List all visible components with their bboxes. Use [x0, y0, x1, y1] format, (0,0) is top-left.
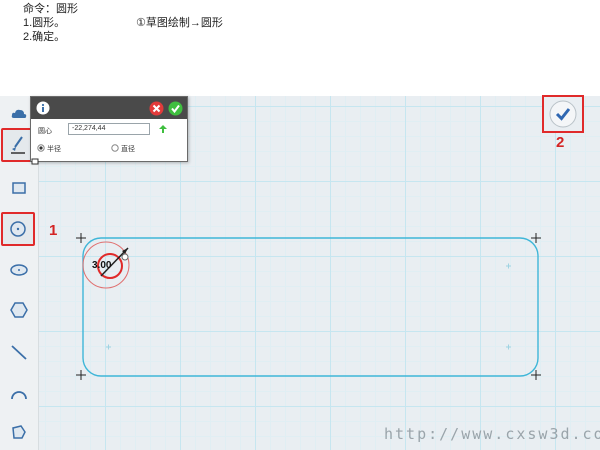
info-icon[interactable] — [36, 101, 50, 115]
circle-icon — [10, 221, 26, 237]
ellipse-tool-button[interactable] — [3, 254, 35, 286]
cancel-icon[interactable] — [149, 101, 164, 116]
confirm-check-icon — [549, 100, 577, 128]
center-input[interactable]: -22,274,44 — [68, 123, 150, 135]
polygon-icon — [12, 425, 26, 439]
polygon-tool-button[interactable] — [3, 416, 35, 448]
diameter-radio[interactable] — [111, 144, 119, 152]
confirm-button[interactable] — [542, 95, 584, 133]
arc-tool-button[interactable] — [3, 378, 35, 410]
hexagon-tool-button[interactable] — [3, 294, 35, 326]
rectangle-icon — [12, 182, 26, 194]
ok-icon[interactable] — [168, 101, 183, 116]
diameter-label: 直径 — [121, 146, 135, 153]
circle-center-handle — [121, 253, 129, 261]
step-1-marker: 1 — [49, 222, 58, 239]
dimension-label: 3.00 — [92, 260, 112, 271]
instruction-note: ①草图绘制→圆形 — [136, 17, 223, 29]
line-tool-button[interactable] — [3, 336, 35, 368]
panel-pin-icon[interactable] — [31, 158, 39, 166]
sketch-brush-icon — [11, 136, 25, 154]
radius-radio[interactable] — [37, 144, 45, 152]
line-icon — [11, 345, 27, 360]
step-2-marker: 2 — [556, 134, 565, 151]
radius-label: 半径 — [47, 146, 61, 153]
pick-point-icon[interactable] — [158, 124, 168, 134]
watermark: http://www.cxsw3d.com — [384, 425, 600, 443]
hexagon-icon — [10, 302, 28, 318]
corner-markers — [76, 233, 541, 380]
circle-property-panel: 圆心 -22,274,44 半径 直径 — [30, 96, 188, 162]
cloud-icon — [11, 109, 27, 118]
rectangle-tool-button[interactable] — [3, 172, 35, 204]
center-label: 圆心 — [38, 128, 52, 135]
instruction-command: 命令：圆形 — [23, 3, 78, 15]
arc-icon — [11, 391, 27, 400]
fillet-center-marks — [106, 263, 511, 350]
circle-tool-button[interactable] — [1, 212, 35, 246]
rounded-rectangle-outline — [82, 237, 539, 377]
ellipse-icon — [10, 264, 28, 276]
panel-header — [31, 97, 187, 119]
instruction-step-1: 1.圆形。 — [23, 17, 66, 29]
instruction-step-2: 2.确定。 — [23, 31, 66, 43]
